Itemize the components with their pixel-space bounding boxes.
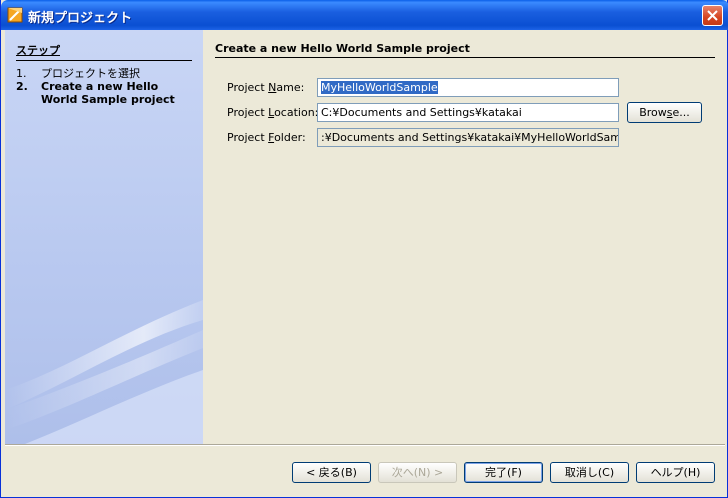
steps-panel: ステップ 1. プロジェクトを選択 2. Create a new Hello … (5, 30, 203, 444)
back-button[interactable]: < 戻る(B) (292, 462, 371, 483)
steps-heading: ステップ (16, 42, 192, 61)
project-name-value: MyHelloWorldSample (321, 81, 438, 94)
wizard-content: Create a new Hello World Sample project … (203, 30, 725, 444)
footer-separator (5, 444, 725, 446)
project-folder-value: :¥Documents and Settings¥katakai¥MyHello… (321, 131, 619, 144)
title-bar[interactable]: 新規プロジェクト (1, 0, 728, 30)
browse-button[interactable]: Browse... (627, 102, 702, 123)
next-button[interactable]: 次へ(N) > (378, 462, 457, 483)
close-icon (707, 10, 718, 21)
project-location-label: Project Location: (227, 106, 319, 119)
step-number: 2. (16, 80, 28, 93)
help-button[interactable]: ヘルプ(H) (636, 462, 715, 483)
project-name-input[interactable]: MyHelloWorldSample (317, 78, 619, 97)
project-name-label: Project Name: (227, 81, 305, 94)
finish-button[interactable]: 完了(F) (464, 462, 543, 483)
content-heading: Create a new Hello World Sample project (215, 42, 715, 58)
project-location-value: C:¥Documents and Settings¥katakai (321, 106, 522, 119)
step-label: Create a new Hello World Sample project (41, 80, 175, 106)
window-title: 新規プロジェクト (28, 11, 133, 26)
cancel-button[interactable]: 取消し(C) (550, 462, 629, 483)
close-button[interactable] (702, 5, 723, 26)
project-location-input[interactable]: C:¥Documents and Settings¥katakai (317, 103, 619, 122)
netbeans-cube-icon (7, 7, 23, 23)
step-label: プロジェクトを選択 (41, 67, 140, 80)
project-folder-label: Project Folder: (227, 131, 306, 144)
step-number: 1. (16, 67, 27, 80)
project-folder-input[interactable]: :¥Documents and Settings¥katakai¥MyHello… (317, 128, 619, 147)
new-project-dialog: 新規プロジェクト ステップ 1. プロジェクトを選択 2. Create a n… (0, 0, 728, 498)
